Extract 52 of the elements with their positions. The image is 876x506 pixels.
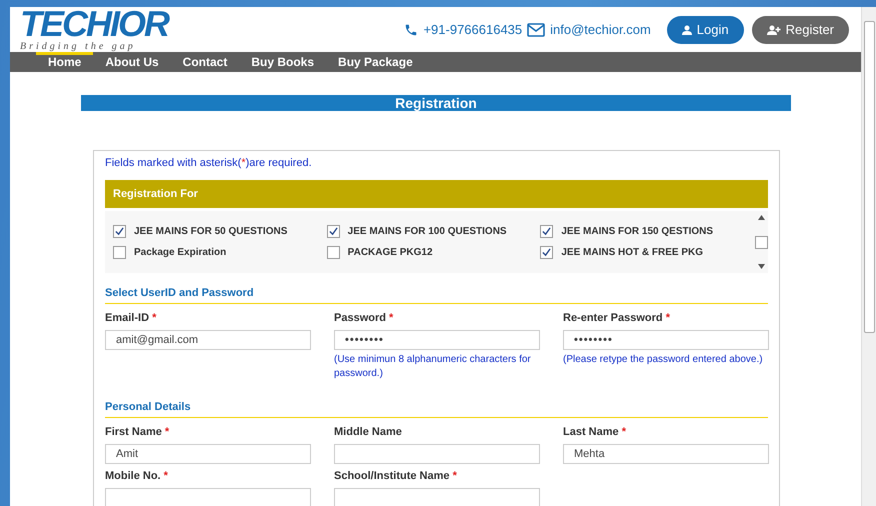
input-field[interactable]: ••••••••	[334, 330, 540, 350]
section-title: Select UserID and Password	[105, 273, 768, 304]
page-title-banner: Registration	[81, 95, 792, 111]
register-button[interactable]: Register	[752, 16, 850, 44]
add-user-icon	[766, 24, 781, 34]
page-scrollbar[interactable]	[861, 7, 876, 506]
package-label: PACKAGE PKG12	[348, 247, 433, 258]
field-label: Re-enter Password *	[563, 312, 671, 324]
section-header: Registration For	[105, 180, 768, 208]
package-label: JEE MAINS FOR 150 QESTIONS	[561, 226, 714, 237]
input-field[interactable]	[105, 488, 311, 506]
field-hint: (Use minimun 8 alphanumeric characters for password.)	[334, 353, 532, 381]
field-label: Password *	[334, 312, 394, 324]
nav-link[interactable]: Buy Package	[326, 52, 425, 72]
checkbox[interactable]	[540, 225, 554, 238]
user-icon	[682, 24, 692, 34]
techior-logo[interactable]: TECHIOR Bridging the gap	[20, 7, 168, 52]
scroll-up-icon[interactable]	[758, 215, 765, 220]
field-label: Mobile No. *	[105, 470, 169, 482]
input-field[interactable]: Mehta	[563, 444, 769, 464]
field-label: Middle Name	[334, 426, 403, 438]
nav-link[interactable]: About Us	[93, 52, 171, 72]
required-note: Fields marked with asterisk(*)are required.	[105, 157, 313, 169]
email-link[interactable]: info@techior.com	[550, 22, 651, 37]
field-label: Last Name *	[563, 426, 627, 438]
section-title: Personal Details	[105, 387, 768, 418]
envelope-icon	[527, 22, 546, 36]
field-label: Email-ID *	[105, 312, 158, 324]
package-label: JEE MAINS HOT & FREE PKG	[561, 247, 704, 258]
input-field[interactable]: Amit	[105, 444, 311, 464]
scroll-down-icon[interactable]	[758, 264, 765, 269]
checkbox[interactable]	[326, 225, 340, 238]
phone-number: +91-9766616435	[423, 22, 522, 37]
input-field[interactable]: amit@gmail.com	[105, 330, 311, 350]
package-label: Package Expiration	[134, 247, 226, 258]
input-field[interactable]: ••••••••	[563, 330, 769, 350]
package-label: JEE MAINS FOR 50 QUESTIONS	[134, 226, 288, 237]
field-label: First Name *	[105, 426, 170, 438]
input-field[interactable]	[334, 488, 540, 506]
field-label: School/Institute Name *	[334, 470, 458, 482]
package-label: JEE MAINS FOR 100 QUESTIONS	[348, 226, 507, 237]
login-button[interactable]: Login	[666, 16, 744, 44]
checkbox[interactable]	[326, 246, 340, 259]
checkbox[interactable]	[540, 246, 554, 259]
checkbox[interactable]	[113, 246, 126, 259]
phone-icon	[404, 22, 418, 36]
input-field[interactable]	[334, 444, 540, 464]
nav-link[interactable]: Buy Books	[239, 52, 326, 72]
checkbox[interactable]	[113, 225, 126, 238]
field-hint: (Please retype the password entered above.)	[563, 353, 764, 367]
nav-link[interactable]: Home	[36, 52, 94, 72]
nav-link[interactable]: Contact	[170, 52, 240, 72]
